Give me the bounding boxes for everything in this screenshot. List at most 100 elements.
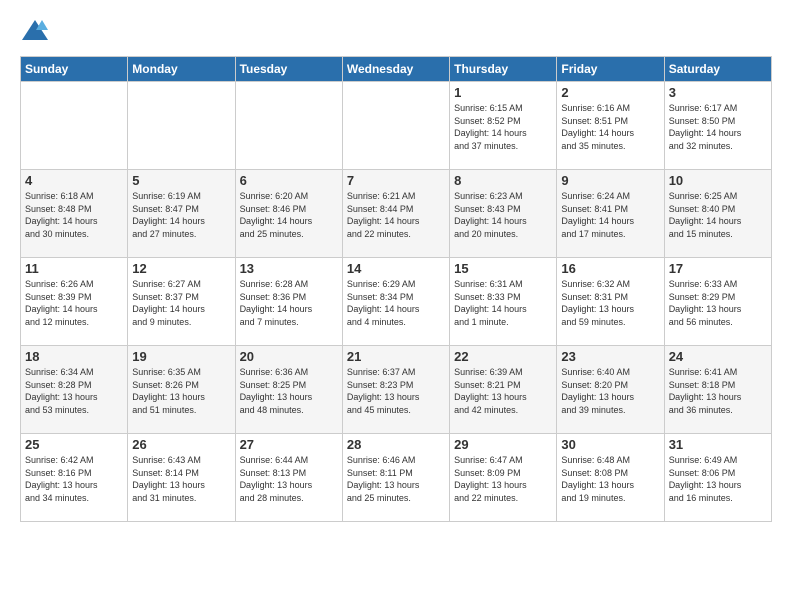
day-info: Sunrise: 6:41 AM Sunset: 8:18 PM Dayligh… <box>669 366 767 416</box>
day-number: 27 <box>240 437 338 452</box>
calendar-cell: 6 Sunrise: 6:20 AM Sunset: 8:46 PM Daylig… <box>235 170 342 258</box>
day-info: Sunrise: 6:34 AM Sunset: 8:28 PM Dayligh… <box>25 366 123 416</box>
day-info: Sunrise: 6:20 AM Sunset: 8:46 PM Dayligh… <box>240 190 338 240</box>
day-info: Sunrise: 6:39 AM Sunset: 8:21 PM Dayligh… <box>454 366 552 416</box>
calendar-cell: 28Sunrise: 6:46 AM Sunset: 8:11 PM Dayli… <box>342 434 449 522</box>
day-number: 18 <box>25 349 123 364</box>
calendar-cell: 14Sunrise: 6:29 AM Sunset: 8:34 PM Dayli… <box>342 258 449 346</box>
day-number: 23 <box>561 349 659 364</box>
calendar-cell: 10 Sunrise: 6:25 AM Sunset: 8:40 PM Dayli… <box>664 170 771 258</box>
day-number: 16 <box>561 261 659 276</box>
logo <box>20 16 54 46</box>
day-number: 14 <box>347 261 445 276</box>
day-info: Sunrise: 6:18 AM Sunset: 8:48 PM Dayligh… <box>25 190 123 240</box>
day-info: Sunrise: 6:36 AM Sunset: 8:25 PM Dayligh… <box>240 366 338 416</box>
calendar-cell: 9 Sunrise: 6:24 AM Sunset: 8:41 PM Daylig… <box>557 170 664 258</box>
weekday-header-row: SundayMondayTuesdayWednesdayThursdayFrid… <box>21 57 772 82</box>
day-number: 31 <box>669 437 767 452</box>
day-info: Sunrise: 6:27 AM Sunset: 8:37 PM Dayligh… <box>132 278 230 328</box>
day-number: 12 <box>132 261 230 276</box>
day-info: Sunrise: 6:33 AM Sunset: 8:29 PM Dayligh… <box>669 278 767 328</box>
day-info: Sunrise: 6:21 AM Sunset: 8:44 PM Dayligh… <box>347 190 445 240</box>
calendar-cell: 11 Sunrise: 6:26 AM Sunset: 8:39 PM Dayli… <box>21 258 128 346</box>
day-info: Sunrise: 6:17 AM Sunset: 8:50 PM Dayligh… <box>669 102 767 152</box>
day-number: 7 <box>347 173 445 188</box>
logo-icon <box>20 16 50 46</box>
calendar-cell: 26 Sunrise: 6:43 AM Sunset: 8:14 PM Dayli… <box>128 434 235 522</box>
day-info: Sunrise: 6:25 AM Sunset: 8:40 PM Dayligh… <box>669 190 767 240</box>
weekday-header-tuesday: Tuesday <box>235 57 342 82</box>
calendar-cell: 22 Sunrise: 6:39 AM Sunset: 8:21 PM Dayli… <box>450 346 557 434</box>
day-number: 1 <box>454 85 552 100</box>
calendar-cell: 18 Sunrise: 6:34 AM Sunset: 8:28 PM Dayli… <box>21 346 128 434</box>
weekday-header-sunday: Sunday <box>21 57 128 82</box>
day-number: 20 <box>240 349 338 364</box>
day-info: Sunrise: 6:44 AM Sunset: 8:13 PM Dayligh… <box>240 454 338 504</box>
day-number: 4 <box>25 173 123 188</box>
calendar-cell: 29 Sunrise: 6:47 AM Sunset: 8:09 PM Dayli… <box>450 434 557 522</box>
calendar-cell: 30Sunrise: 6:48 AM Sunset: 8:08 PM Dayli… <box>557 434 664 522</box>
calendar-week-row: 1 Sunrise: 6:15 AM Sunset: 8:52 PM Daylig… <box>21 82 772 170</box>
calendar-cell: 4 Sunrise: 6:18 AM Sunset: 8:48 PM Daylig… <box>21 170 128 258</box>
day-number: 19 <box>132 349 230 364</box>
day-number: 11 <box>25 261 123 276</box>
day-info: Sunrise: 6:16 AM Sunset: 8:51 PM Dayligh… <box>561 102 659 152</box>
day-number: 26 <box>132 437 230 452</box>
calendar-cell <box>235 82 342 170</box>
day-number: 13 <box>240 261 338 276</box>
weekday-header-friday: Friday <box>557 57 664 82</box>
calendar-cell: 1 Sunrise: 6:15 AM Sunset: 8:52 PM Daylig… <box>450 82 557 170</box>
calendar-cell: 23 Sunrise: 6:40 AM Sunset: 8:20 PM Dayli… <box>557 346 664 434</box>
calendar-cell: 2Sunrise: 6:16 AM Sunset: 8:51 PM Daylig… <box>557 82 664 170</box>
calendar-cell: 25 Sunrise: 6:42 AM Sunset: 8:16 PM Dayli… <box>21 434 128 522</box>
calendar-cell: 12 Sunrise: 6:27 AM Sunset: 8:37 PM Dayli… <box>128 258 235 346</box>
day-info: Sunrise: 6:42 AM Sunset: 8:16 PM Dayligh… <box>25 454 123 504</box>
day-number: 10 <box>669 173 767 188</box>
page: SundayMondayTuesdayWednesdayThursdayFrid… <box>0 0 792 612</box>
calendar-cell: 5Sunrise: 6:19 AM Sunset: 8:47 PM Daylig… <box>128 170 235 258</box>
calendar-cell: 7 Sunrise: 6:21 AM Sunset: 8:44 PM Daylig… <box>342 170 449 258</box>
day-info: Sunrise: 6:15 AM Sunset: 8:52 PM Dayligh… <box>454 102 552 152</box>
day-number: 6 <box>240 173 338 188</box>
day-number: 22 <box>454 349 552 364</box>
calendar-cell: 31 Sunrise: 6:49 AM Sunset: 8:06 PM Dayli… <box>664 434 771 522</box>
day-number: 8 <box>454 173 552 188</box>
calendar-cell: 21Sunrise: 6:37 AM Sunset: 8:23 PM Dayli… <box>342 346 449 434</box>
day-number: 25 <box>25 437 123 452</box>
day-info: Sunrise: 6:24 AM Sunset: 8:41 PM Dayligh… <box>561 190 659 240</box>
day-info: Sunrise: 6:26 AM Sunset: 8:39 PM Dayligh… <box>25 278 123 328</box>
day-info: Sunrise: 6:32 AM Sunset: 8:31 PM Dayligh… <box>561 278 659 328</box>
calendar-cell: 24 Sunrise: 6:41 AM Sunset: 8:18 PM Dayli… <box>664 346 771 434</box>
calendar-week-row: 4 Sunrise: 6:18 AM Sunset: 8:48 PM Daylig… <box>21 170 772 258</box>
day-info: Sunrise: 6:35 AM Sunset: 8:26 PM Dayligh… <box>132 366 230 416</box>
weekday-header-wednesday: Wednesday <box>342 57 449 82</box>
day-number: 9 <box>561 173 659 188</box>
day-info: Sunrise: 6:46 AM Sunset: 8:11 PM Dayligh… <box>347 454 445 504</box>
calendar-cell: 27 Sunrise: 6:44 AM Sunset: 8:13 PM Dayli… <box>235 434 342 522</box>
weekday-header-thursday: Thursday <box>450 57 557 82</box>
weekday-header-monday: Monday <box>128 57 235 82</box>
calendar-cell: 17Sunrise: 6:33 AM Sunset: 8:29 PM Dayli… <box>664 258 771 346</box>
calendar-cell <box>128 82 235 170</box>
day-number: 24 <box>669 349 767 364</box>
calendar-cell <box>21 82 128 170</box>
day-info: Sunrise: 6:49 AM Sunset: 8:06 PM Dayligh… <box>669 454 767 504</box>
day-info: Sunrise: 6:47 AM Sunset: 8:09 PM Dayligh… <box>454 454 552 504</box>
day-info: Sunrise: 6:19 AM Sunset: 8:47 PM Dayligh… <box>132 190 230 240</box>
calendar-cell: 3 Sunrise: 6:17 AM Sunset: 8:50 PM Daylig… <box>664 82 771 170</box>
calendar-cell: 20 Sunrise: 6:36 AM Sunset: 8:25 PM Dayli… <box>235 346 342 434</box>
day-info: Sunrise: 6:31 AM Sunset: 8:33 PM Dayligh… <box>454 278 552 328</box>
calendar-week-row: 11 Sunrise: 6:26 AM Sunset: 8:39 PM Dayli… <box>21 258 772 346</box>
day-number: 3 <box>669 85 767 100</box>
calendar-cell: 19 Sunrise: 6:35 AM Sunset: 8:26 PM Dayli… <box>128 346 235 434</box>
calendar-table: SundayMondayTuesdayWednesdayThursdayFrid… <box>20 56 772 522</box>
calendar-week-row: 18 Sunrise: 6:34 AM Sunset: 8:28 PM Dayli… <box>21 346 772 434</box>
calendar-cell: 13Sunrise: 6:28 AM Sunset: 8:36 PM Dayli… <box>235 258 342 346</box>
weekday-header-saturday: Saturday <box>664 57 771 82</box>
day-info: Sunrise: 6:43 AM Sunset: 8:14 PM Dayligh… <box>132 454 230 504</box>
calendar-cell <box>342 82 449 170</box>
day-number: 29 <box>454 437 552 452</box>
calendar-week-row: 25 Sunrise: 6:42 AM Sunset: 8:16 PM Dayli… <box>21 434 772 522</box>
calendar-cell: 8Sunrise: 6:23 AM Sunset: 8:43 PM Daylig… <box>450 170 557 258</box>
day-info: Sunrise: 6:40 AM Sunset: 8:20 PM Dayligh… <box>561 366 659 416</box>
